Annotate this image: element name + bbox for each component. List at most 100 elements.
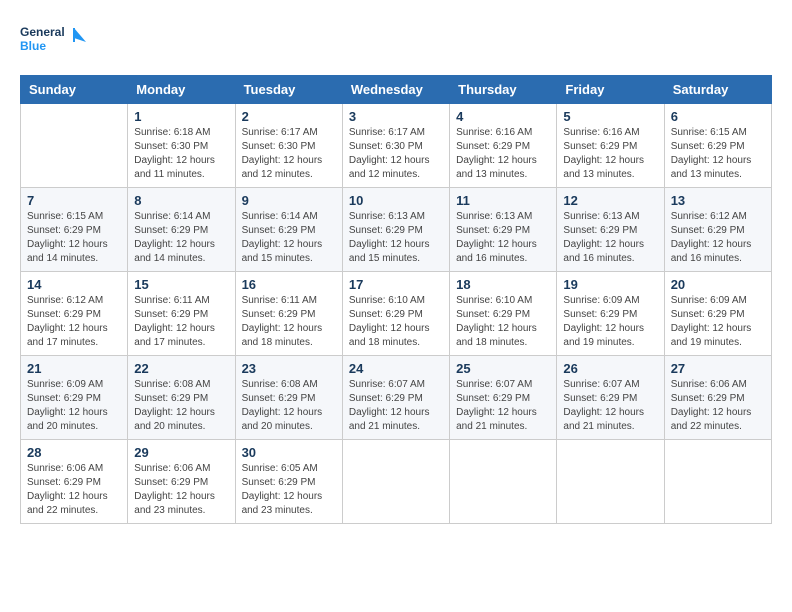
day-number: 12 — [563, 193, 657, 208]
logo-svg: General Blue — [20, 20, 90, 65]
day-number: 21 — [27, 361, 121, 376]
day-info: Sunrise: 6:12 AM Sunset: 6:29 PM Dayligh… — [671, 210, 765, 266]
weekday-header-row: SundayMondayTuesdayWednesdayThursdayFrid… — [21, 76, 772, 104]
day-info: Sunrise: 6:10 AM Sunset: 6:29 PM Dayligh… — [349, 294, 443, 350]
calendar-cell: 27 Sunrise: 6:06 AM Sunset: 6:29 PM Dayli… — [664, 356, 771, 440]
day-info: Sunrise: 6:17 AM Sunset: 6:30 PM Dayligh… — [349, 126, 443, 182]
day-number: 27 — [671, 361, 765, 376]
calendar-cell: 2 Sunrise: 6:17 AM Sunset: 6:30 PM Daylig… — [235, 104, 342, 188]
day-number: 1 — [134, 109, 228, 124]
day-info: Sunrise: 6:08 AM Sunset: 6:29 PM Dayligh… — [134, 378, 228, 434]
day-info: Sunrise: 6:07 AM Sunset: 6:29 PM Dayligh… — [349, 378, 443, 434]
day-number: 10 — [349, 193, 443, 208]
day-info: Sunrise: 6:16 AM Sunset: 6:29 PM Dayligh… — [563, 126, 657, 182]
day-number: 16 — [242, 277, 336, 292]
weekday-header: Monday — [128, 76, 235, 104]
calendar-cell: 21 Sunrise: 6:09 AM Sunset: 6:29 PM Dayli… — [21, 356, 128, 440]
day-number: 3 — [349, 109, 443, 124]
day-number: 14 — [27, 277, 121, 292]
calendar-cell: 24 Sunrise: 6:07 AM Sunset: 6:29 PM Dayli… — [342, 356, 449, 440]
calendar-cell — [21, 104, 128, 188]
day-info: Sunrise: 6:14 AM Sunset: 6:29 PM Dayligh… — [134, 210, 228, 266]
weekday-header: Friday — [557, 76, 664, 104]
calendar-week-row: 28 Sunrise: 6:06 AM Sunset: 6:29 PM Dayli… — [21, 440, 772, 524]
day-number: 2 — [242, 109, 336, 124]
day-number: 29 — [134, 445, 228, 460]
calendar-cell — [342, 440, 449, 524]
calendar-week-row: 7 Sunrise: 6:15 AM Sunset: 6:29 PM Daylig… — [21, 188, 772, 272]
calendar-cell: 29 Sunrise: 6:06 AM Sunset: 6:29 PM Dayli… — [128, 440, 235, 524]
svg-text:General: General — [20, 25, 65, 39]
day-number: 9 — [242, 193, 336, 208]
day-info: Sunrise: 6:13 AM Sunset: 6:29 PM Dayligh… — [563, 210, 657, 266]
logo: General Blue — [20, 20, 90, 65]
weekday-header: Wednesday — [342, 76, 449, 104]
calendar-cell: 16 Sunrise: 6:11 AM Sunset: 6:29 PM Dayli… — [235, 272, 342, 356]
day-info: Sunrise: 6:15 AM Sunset: 6:29 PM Dayligh… — [27, 210, 121, 266]
calendar-cell: 6Sunrise: 6:15 AM Sunset: 6:29 PM Daylig… — [664, 104, 771, 188]
calendar-cell: 22 Sunrise: 6:08 AM Sunset: 6:29 PM Dayli… — [128, 356, 235, 440]
day-number: 30 — [242, 445, 336, 460]
calendar-cell — [664, 440, 771, 524]
calendar-cell: 5 Sunrise: 6:16 AM Sunset: 6:29 PM Daylig… — [557, 104, 664, 188]
day-info: Sunrise: 6:11 AM Sunset: 6:29 PM Dayligh… — [242, 294, 336, 350]
calendar-cell: 7 Sunrise: 6:15 AM Sunset: 6:29 PM Daylig… — [21, 188, 128, 272]
day-info: Sunrise: 6:07 AM Sunset: 6:29 PM Dayligh… — [563, 378, 657, 434]
page-header: General Blue — [20, 20, 772, 65]
calendar-cell: 13 Sunrise: 6:12 AM Sunset: 6:29 PM Dayli… — [664, 188, 771, 272]
svg-text:Blue: Blue — [20, 39, 46, 53]
day-number: 26 — [563, 361, 657, 376]
calendar-cell — [557, 440, 664, 524]
calendar-cell: 4 Sunrise: 6:16 AM Sunset: 6:29 PM Daylig… — [450, 104, 557, 188]
day-info: Sunrise: 6:12 AM Sunset: 6:29 PM Dayligh… — [27, 294, 121, 350]
day-info: Sunrise: 6:17 AM Sunset: 6:30 PM Dayligh… — [242, 126, 336, 182]
day-number: 19 — [563, 277, 657, 292]
day-number: 15 — [134, 277, 228, 292]
day-info: Sunrise: 6:09 AM Sunset: 6:29 PM Dayligh… — [671, 294, 765, 350]
calendar-cell: 10 Sunrise: 6:13 AM Sunset: 6:29 PM Dayli… — [342, 188, 449, 272]
day-info: Sunrise: 6:14 AM Sunset: 6:29 PM Dayligh… — [242, 210, 336, 266]
calendar-cell: 30 Sunrise: 6:05 AM Sunset: 6:29 PM Dayli… — [235, 440, 342, 524]
day-info: Sunrise: 6:10 AM Sunset: 6:29 PM Dayligh… — [456, 294, 550, 350]
calendar-cell: 3 Sunrise: 6:17 AM Sunset: 6:30 PM Daylig… — [342, 104, 449, 188]
day-info: Sunrise: 6:13 AM Sunset: 6:29 PM Dayligh… — [456, 210, 550, 266]
calendar-table: SundayMondayTuesdayWednesdayThursdayFrid… — [20, 75, 772, 524]
day-info: Sunrise: 6:06 AM Sunset: 6:29 PM Dayligh… — [671, 378, 765, 434]
day-number: 5 — [563, 109, 657, 124]
day-number: 4 — [456, 109, 550, 124]
day-info: Sunrise: 6:06 AM Sunset: 6:29 PM Dayligh… — [27, 462, 121, 518]
calendar-cell: 28 Sunrise: 6:06 AM Sunset: 6:29 PM Dayli… — [21, 440, 128, 524]
day-number: 24 — [349, 361, 443, 376]
weekday-header: Saturday — [664, 76, 771, 104]
day-info: Sunrise: 6:18 AM Sunset: 6:30 PM Dayligh… — [134, 126, 228, 182]
weekday-header: Thursday — [450, 76, 557, 104]
calendar-cell: 25Sunrise: 6:07 AM Sunset: 6:29 PM Dayli… — [450, 356, 557, 440]
day-info: Sunrise: 6:07 AM Sunset: 6:29 PM Dayligh… — [456, 378, 550, 434]
day-number: 22 — [134, 361, 228, 376]
calendar-cell: 11 Sunrise: 6:13 AM Sunset: 6:29 PM Dayli… — [450, 188, 557, 272]
day-info: Sunrise: 6:13 AM Sunset: 6:29 PM Dayligh… — [349, 210, 443, 266]
day-info: Sunrise: 6:11 AM Sunset: 6:29 PM Dayligh… — [134, 294, 228, 350]
day-number: 7 — [27, 193, 121, 208]
day-number: 28 — [27, 445, 121, 460]
calendar-cell: 23 Sunrise: 6:08 AM Sunset: 6:29 PM Dayli… — [235, 356, 342, 440]
calendar-cell: 15 Sunrise: 6:11 AM Sunset: 6:29 PM Dayli… — [128, 272, 235, 356]
calendar-cell: 12 Sunrise: 6:13 AM Sunset: 6:29 PM Dayli… — [557, 188, 664, 272]
day-info: Sunrise: 6:06 AM Sunset: 6:29 PM Dayligh… — [134, 462, 228, 518]
calendar-cell: 17Sunrise: 6:10 AM Sunset: 6:29 PM Dayli… — [342, 272, 449, 356]
day-number: 6 — [671, 109, 765, 124]
day-number: 23 — [242, 361, 336, 376]
day-info: Sunrise: 6:08 AM Sunset: 6:29 PM Dayligh… — [242, 378, 336, 434]
day-info: Sunrise: 6:09 AM Sunset: 6:29 PM Dayligh… — [563, 294, 657, 350]
day-number: 13 — [671, 193, 765, 208]
calendar-cell: 1 Sunrise: 6:18 AM Sunset: 6:30 PM Daylig… — [128, 104, 235, 188]
day-info: Sunrise: 6:05 AM Sunset: 6:29 PM Dayligh… — [242, 462, 336, 518]
day-info: Sunrise: 6:09 AM Sunset: 6:29 PM Dayligh… — [27, 378, 121, 434]
day-info: Sunrise: 6:16 AM Sunset: 6:29 PM Dayligh… — [456, 126, 550, 182]
day-number: 8 — [134, 193, 228, 208]
calendar-cell: 26 Sunrise: 6:07 AM Sunset: 6:29 PM Dayli… — [557, 356, 664, 440]
calendar-week-row: 1 Sunrise: 6:18 AM Sunset: 6:30 PM Daylig… — [21, 104, 772, 188]
day-number: 11 — [456, 193, 550, 208]
calendar-cell: 19 Sunrise: 6:09 AM Sunset: 6:29 PM Dayli… — [557, 272, 664, 356]
calendar-cell: 9 Sunrise: 6:14 AM Sunset: 6:29 PM Daylig… — [235, 188, 342, 272]
